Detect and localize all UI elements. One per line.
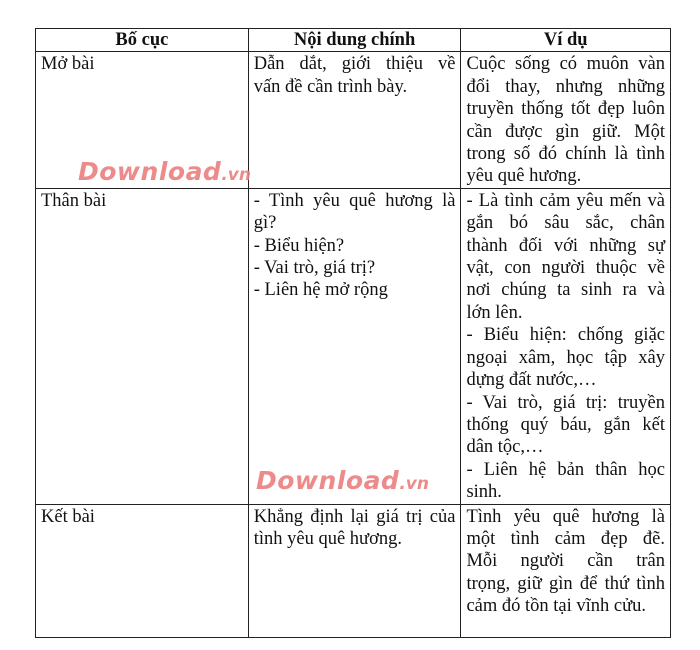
content-line: tình yêu quê hương. — [253, 528, 402, 549]
example-line: sinh. — [466, 482, 502, 503]
section-label: Kết bài — [41, 506, 95, 527]
example-line: đổi thay, nhưng những — [466, 76, 665, 97]
table-row-conclusion: Kết bài Khẳng định lại giá trị của tình … — [35, 503, 671, 638]
example-line: dựng đất nước,… — [466, 370, 597, 391]
table-row-introduction: Mở bài Dẫn dắt, giới thiệu về vấn đề cần… — [35, 51, 671, 189]
content-cell: - Tình yêu quê hương là gì? - Biểu hiện?… — [247, 187, 462, 505]
example-cell: Tình yêu quê hương là một tình cảm đẹp đ… — [460, 503, 671, 638]
content-line: Dẫn dắt, giới thiệu về — [253, 54, 456, 75]
table-row-body: Thân bài - Tình yêu quê hương là gì? - B… — [35, 187, 671, 505]
content-line: vấn đề cần trình bày. — [253, 76, 408, 97]
example-line: - Vai trò, giá trị: truyền — [466, 392, 665, 413]
header-structure: Bố cục — [35, 27, 249, 53]
example-line: ngoại xâm, học tập xây — [466, 347, 665, 368]
example-line: cảm đó tồn tại vĩnh cửu. — [466, 596, 647, 617]
example-line: dân tộc,… — [466, 437, 544, 458]
example-line: gắn bó sâu sắc, chân — [466, 213, 665, 234]
example-line: - Biểu hiện: chống giặc — [466, 325, 665, 346]
section-cell: Thân bài — [35, 187, 249, 505]
content-line: gì? — [253, 213, 277, 234]
header-main-content: Nội dung chính — [247, 27, 462, 53]
content-line: - Vai trò, giá trị? — [253, 258, 376, 279]
example-line: lớn lên. — [466, 302, 523, 323]
example-cell: Cuộc sống có muôn vàn đổi thay, nhưng nh… — [460, 51, 671, 189]
example-line: thành đối với những sự — [466, 235, 665, 256]
example-line: vật, con người thuộc về — [466, 258, 665, 279]
content-line: - Liên hệ mở rộng — [253, 280, 388, 301]
table-header-row: Bố cục Nội dung chính Ví dụ — [35, 27, 671, 53]
section-label: Thân bài — [41, 190, 107, 211]
example-line: truyền thống tốt đẹp luôn — [466, 99, 665, 120]
example-line: - Là tình cảm yêu mến và — [466, 190, 665, 211]
example-line: một tình cảm đẹp đẽ. — [466, 528, 665, 549]
content-line: Khẳng định lại giá trị của — [253, 506, 456, 527]
section-label: Mở bài — [41, 54, 95, 75]
example-line: Tình yêu quê hương là — [466, 506, 665, 527]
content-cell: Dẫn dắt, giới thiệu về vấn đề cần trình … — [247, 51, 462, 189]
example-line: trọng, giữ gìn để thứ tình — [466, 573, 665, 594]
section-cell: Kết bài — [35, 503, 249, 638]
header-example: Ví dụ — [460, 27, 671, 53]
content-line: - Biểu hiện? — [253, 235, 345, 256]
example-line: yêu quê hương. — [466, 166, 582, 187]
example-line: trong số đó chính là tình — [466, 144, 665, 165]
example-line: nơi chúng ta sinh ra và — [466, 280, 665, 301]
example-line: Mỗi người cần trân — [466, 551, 665, 572]
example-line: thống quý báu, gắn kết — [466, 414, 665, 435]
example-line: cần được gìn giữ. Một — [466, 121, 665, 142]
content-cell: Khẳng định lại giá trị của tình yêu quê … — [247, 503, 462, 638]
content-line: - Tình yêu quê hương là — [253, 190, 456, 211]
example-line: Cuộc sống có muôn vàn — [466, 54, 665, 75]
example-line: - Liên hệ bản thân học — [466, 459, 665, 480]
outline-table: Bố cục Nội dung chính Ví dụ Mở bài Dẫn d… — [35, 27, 671, 638]
example-cell: - Là tình cảm yêu mến và gắn bó sâu sắc,… — [460, 187, 671, 505]
section-cell: Mở bài — [35, 51, 249, 189]
